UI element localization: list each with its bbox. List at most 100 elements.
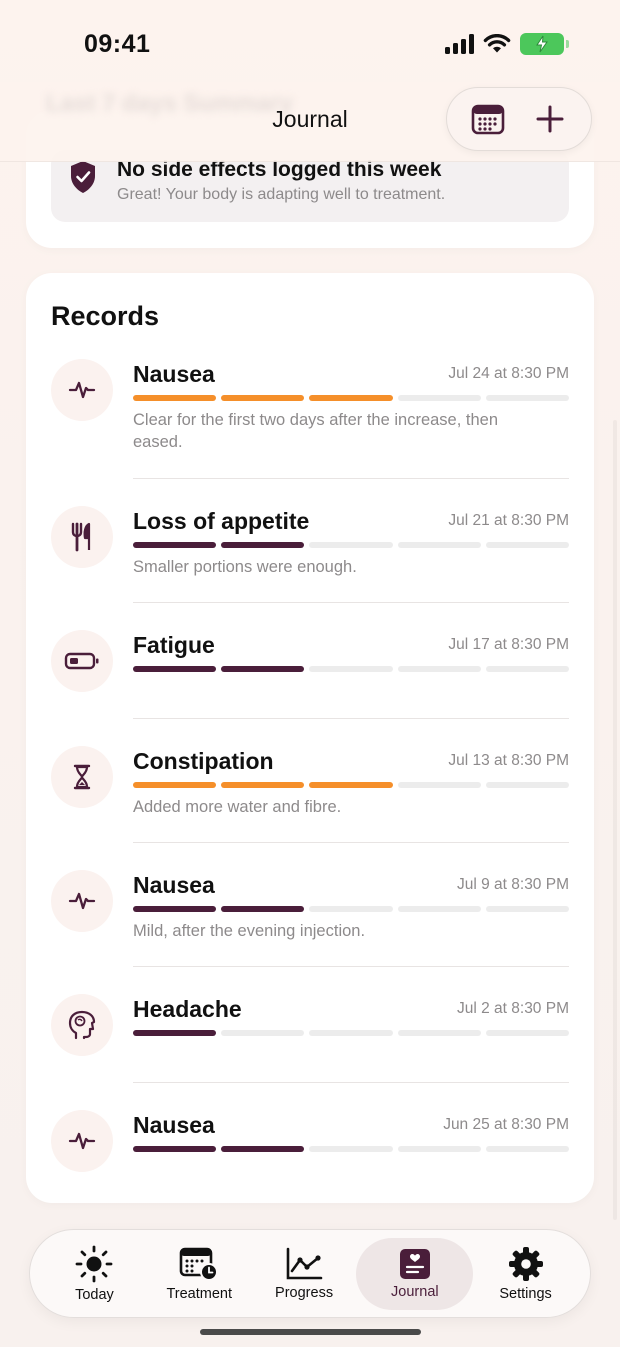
records-card: Records Nausea Jul 24 at 8:30 PM Clear f… [26, 273, 594, 1203]
severity-segment [397, 395, 481, 401]
severity-bar [133, 782, 570, 788]
pulse-icon [68, 381, 96, 399]
severity-segment [485, 782, 570, 788]
severity-segment [397, 782, 481, 788]
scroll-indicator [613, 420, 617, 1220]
nav-actions-group [446, 87, 592, 151]
record-date: Jul 17 at 8:30 PM [448, 636, 569, 653]
record-icon-badge [51, 870, 113, 932]
shield-check-icon [71, 161, 95, 193]
tab-label: Today [75, 1286, 114, 1303]
severity-bar [133, 1146, 570, 1152]
status-icons [445, 33, 569, 55]
severity-segment [221, 666, 305, 672]
tab-settings[interactable]: Settings [473, 1238, 578, 1310]
record-icon-badge [51, 506, 113, 568]
severity-bar [133, 542, 570, 548]
record-note: Added more water and fibre. [133, 798, 342, 816]
severity-segment [221, 1030, 305, 1036]
record-name: Nausea [133, 1112, 215, 1138]
record-name: Headache [133, 996, 242, 1022]
divider [133, 1082, 569, 1083]
severity-segment [133, 782, 217, 788]
severity-segment [309, 1146, 393, 1152]
record-name: Nausea [133, 361, 215, 387]
severity-segment [309, 542, 393, 548]
severity-segment [221, 782, 305, 788]
record-name: Loss of appetite [133, 508, 310, 534]
record-date: Jul 21 at 8:30 PM [448, 512, 569, 529]
severity-segment [309, 1030, 393, 1036]
severity-segment [309, 782, 393, 788]
divider [133, 718, 569, 719]
severity-segment [397, 1146, 481, 1152]
record-name: Fatigue [133, 632, 215, 658]
severity-segment [221, 395, 305, 401]
tab-bar: Today Treatment Progress Journal Setting… [29, 1229, 591, 1318]
record-icon-badge [51, 1110, 113, 1172]
record-date: Jun 25 at 8:30 PM [443, 1116, 569, 1133]
severity-segment [485, 1146, 570, 1152]
severity-segment [397, 1030, 481, 1036]
severity-segment [397, 666, 481, 672]
severity-bar [133, 666, 570, 672]
chart-line-icon [286, 1247, 323, 1279]
hourglass-icon [73, 764, 91, 790]
tab-progress[interactable]: Progress [252, 1238, 357, 1310]
severity-segment [485, 1030, 570, 1036]
divider [133, 478, 569, 479]
tab-journal[interactable]: Journal [356, 1237, 474, 1310]
severity-segment [133, 666, 217, 672]
records-title: Records [51, 301, 160, 331]
severity-segment [397, 542, 481, 548]
battery-charging-icon [520, 33, 569, 55]
tab-label: Progress [275, 1284, 334, 1301]
severity-segment [397, 906, 481, 912]
add-entry-button[interactable] [525, 94, 575, 144]
pulse-icon [68, 892, 96, 910]
record-date: Jul 2 at 8:30 PM [456, 1000, 569, 1017]
side-effects-subtitle: Great! Your body is adapting well to tre… [117, 186, 446, 203]
severity-segment [309, 666, 393, 672]
record-note: Clear for the first two days after the i… [133, 411, 499, 451]
divider [133, 602, 569, 603]
severity-bar [133, 395, 570, 401]
calendar-clock-icon [179, 1247, 219, 1281]
battery-low-icon [64, 652, 99, 670]
status-bar: 09:41 [0, 0, 620, 90]
navigation-bar: Last 7 days Summary Journal [0, 82, 620, 162]
tab-label: Settings [499, 1285, 552, 1302]
severity-segment [485, 906, 570, 912]
tab-label: Treatment [166, 1285, 233, 1302]
severity-segment [221, 906, 305, 912]
record-name: Constipation [133, 748, 274, 774]
calendar-icon [471, 104, 505, 135]
severity-segment [133, 395, 217, 401]
cellular-signal-icon [445, 34, 474, 54]
severity-segment [133, 542, 217, 548]
home-indicator [200, 1329, 421, 1335]
tab-today[interactable]: Today [42, 1238, 147, 1310]
severity-segment [133, 1030, 217, 1036]
severity-segment [309, 395, 393, 401]
record-date: Jul 9 at 8:30 PM [456, 876, 569, 893]
divider [133, 842, 569, 843]
severity-segment [309, 906, 393, 912]
severity-bar [133, 1030, 570, 1036]
sun-icon [76, 1245, 113, 1282]
severity-segment [133, 906, 217, 912]
record-name: Nausea [133, 872, 215, 898]
wifi-icon [483, 33, 511, 52]
severity-segment [133, 1146, 217, 1152]
record-icon-badge [51, 359, 113, 421]
calendar-button[interactable] [463, 94, 513, 144]
head-icon [68, 1010, 96, 1040]
record-icon-badge [51, 746, 113, 808]
divider [133, 966, 569, 967]
severity-segment [485, 542, 570, 548]
record-date: Jul 24 at 8:30 PM [448, 365, 569, 382]
fork-knife-icon [71, 522, 91, 552]
tab-label: Journal [391, 1283, 439, 1300]
tab-treatment[interactable]: Treatment [147, 1238, 252, 1310]
severity-segment [485, 395, 570, 401]
